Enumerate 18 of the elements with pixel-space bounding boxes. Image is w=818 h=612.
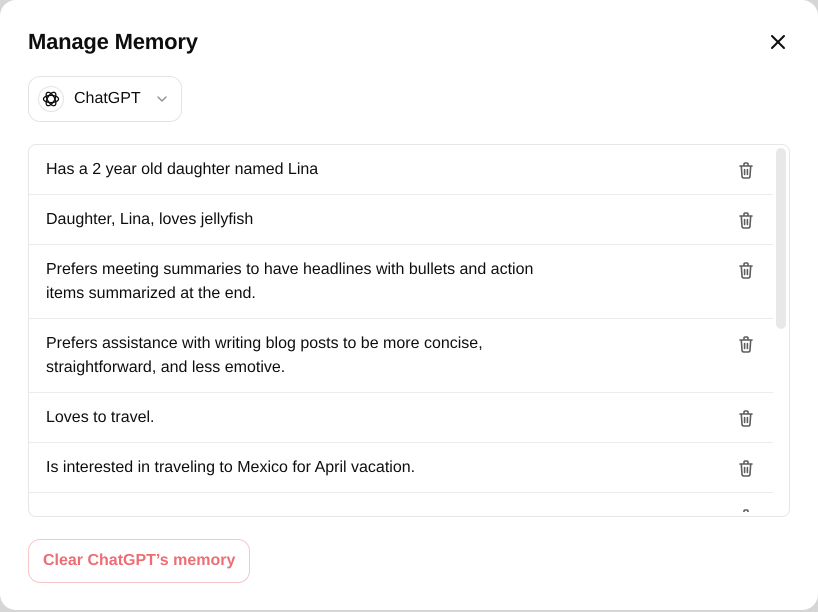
memory-text: Loves to travel. [46,408,156,428]
trash-icon[interactable] [737,335,755,353]
trash-icon[interactable] [737,261,755,279]
memory-text: Prefers assistance with writing blog posts to be more concise, straightforward, and less emotive. [46,334,484,378]
memory-text: Is interested in traveling to Mexico for April vacation. [46,458,416,478]
dialog-title: Manage Memory [28,28,198,56]
memory-text: Daughter, Lina, loves jellyfish [46,210,254,230]
chevron-down-icon [157,96,167,102]
close-icon[interactable] [770,34,786,50]
trash-icon[interactable] [737,459,755,477]
trash-icon[interactable] [737,211,755,229]
logo-icon [38,86,64,112]
model-dropdown[interactable]: ChatGPT [28,76,182,122]
trash-icon[interactable] [737,161,755,179]
memory-text: Has a 2 year old daughter named Lina [46,160,320,180]
trash-icon[interactable] [737,409,755,427]
memory-text: Prefers meeting summaries to have headlines with bullets and action items summarized at the end. [46,260,534,304]
scrollbar-thumb[interactable] [776,148,786,329]
